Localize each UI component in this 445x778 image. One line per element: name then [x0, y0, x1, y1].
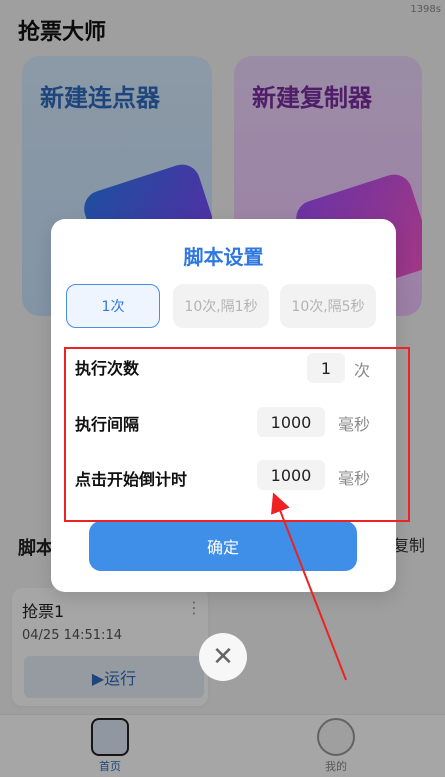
- close-icon: ✕: [212, 642, 234, 672]
- preset-10x-1s-button[interactable]: 10次,隔1秒: [173, 284, 269, 328]
- dialog-title: 脚本设置: [183, 245, 264, 269]
- preset-once-button[interactable]: 1次: [66, 284, 160, 328]
- close-dialog-button[interactable]: ✕: [199, 633, 247, 681]
- confirm-button[interactable]: 确定: [89, 521, 357, 571]
- preset-10x-5s-button[interactable]: 10次,隔5秒: [280, 284, 376, 328]
- annotation-highlight-box: [64, 347, 410, 522]
